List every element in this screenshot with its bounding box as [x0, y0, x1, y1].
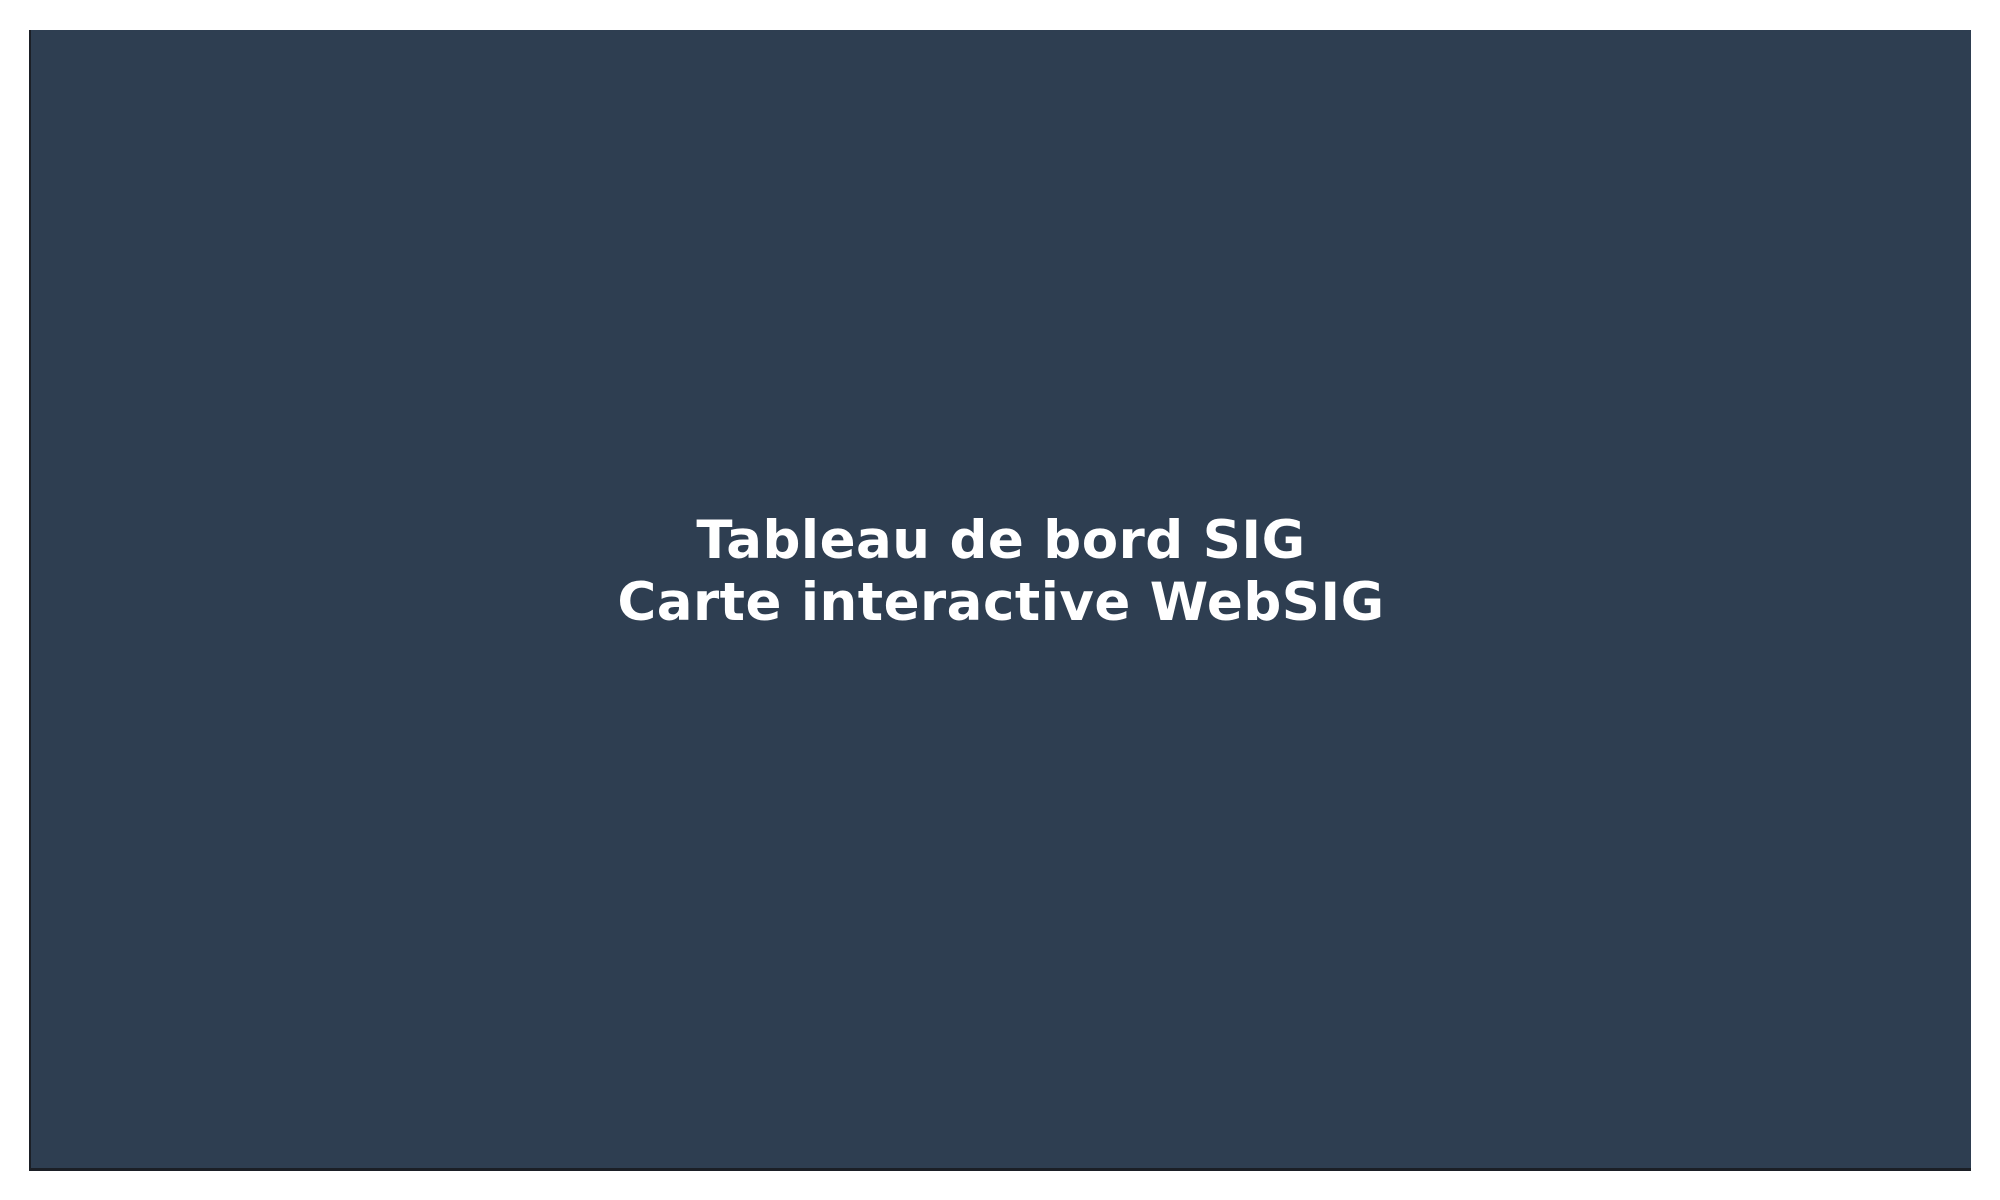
map-placeholder-panel: Tableau de bord SIG Carte interactive We…: [29, 30, 1971, 1171]
dashboard-title: Tableau de bord SIG: [696, 510, 1306, 571]
placeholder-title-block: Tableau de bord SIG Carte interactive We…: [31, 3, 1971, 1141]
dashboard-subtitle: Carte interactive WebSIG: [617, 572, 1385, 633]
